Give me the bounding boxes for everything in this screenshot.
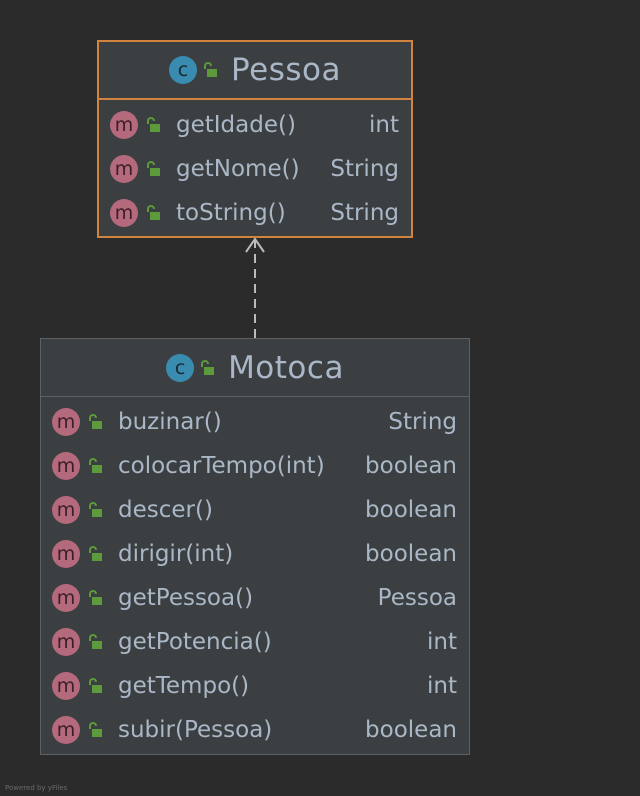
method-return-type: boolean [365, 541, 457, 567]
method-name: getNome() [176, 156, 300, 182]
method-return-type: String [388, 409, 457, 435]
method-name: getPotencia() [118, 629, 272, 655]
method-row[interactable]: m getPotencia() int [41, 620, 469, 664]
public-lock-icon [89, 590, 102, 605]
public-lock-icon [204, 62, 218, 77]
method-return-type: int [427, 673, 457, 699]
arrow-head-icon [245, 237, 265, 253]
class-header: c Pessoa [99, 42, 411, 100]
class-c-icon: c [166, 353, 195, 382]
class-box-motoca[interactable]: c Motoca m buzinar() String m colocarTem… [40, 338, 470, 755]
method-row[interactable]: m toString() String [99, 191, 411, 235]
method-m-icon: m [52, 452, 80, 480]
method-row[interactable]: m getPessoa() Pessoa [41, 576, 469, 620]
method-row[interactable]: m colocarTempo(int) boolean [41, 444, 469, 488]
method-m-icon: m [52, 496, 80, 524]
public-lock-icon [89, 502, 102, 517]
method-return-type: Pessoa [377, 585, 457, 611]
method-row[interactable]: m descer() boolean [41, 488, 469, 532]
method-name: descer() [118, 497, 213, 523]
class-box-pessoa[interactable]: c Pessoa m getIdade() int m getNome() St… [97, 40, 413, 238]
method-name: getIdade() [176, 112, 296, 138]
method-row[interactable]: m getNome() String [99, 147, 411, 191]
public-lock-icon [201, 359, 215, 375]
method-return-type: int [369, 112, 399, 138]
public-lock-icon [89, 678, 102, 693]
method-name: colocarTempo(int) [118, 453, 325, 479]
method-row[interactable]: m getTempo() int [41, 664, 469, 708]
method-m-icon: m [52, 628, 80, 656]
public-lock-icon [89, 634, 102, 649]
method-name: toString() [176, 200, 286, 226]
method-row[interactable]: m buzinar() String [41, 400, 469, 444]
method-row[interactable]: m subir(Pessoa) boolean [41, 708, 469, 752]
method-row[interactable]: m getIdade() int [99, 103, 411, 147]
class-header: c Motoca [41, 339, 469, 397]
method-list: m getIdade() int m getNome() String m to… [99, 100, 411, 235]
method-m-icon: m [52, 540, 80, 568]
method-m-icon: m [52, 716, 80, 744]
method-m-icon: m [52, 408, 80, 436]
method-return-type: boolean [365, 497, 457, 523]
class-c-icon: c [169, 56, 198, 84]
public-lock-icon [89, 414, 102, 429]
method-return-type: int [427, 629, 457, 655]
method-list: m buzinar() String m colocarTempo(int) b… [41, 397, 469, 752]
method-return-type: String [330, 156, 399, 182]
public-lock-icon [147, 205, 160, 220]
method-return-type: String [330, 200, 399, 226]
public-lock-icon [89, 458, 102, 473]
method-m-icon: m [110, 199, 138, 227]
public-lock-icon [147, 161, 160, 176]
method-m-icon: m [52, 672, 80, 700]
method-name: getTempo() [118, 673, 250, 699]
class-title: Motoca [228, 349, 344, 386]
method-name: buzinar() [118, 409, 222, 435]
method-return-type: boolean [365, 453, 457, 479]
method-return-type: boolean [365, 717, 457, 743]
method-name: subir(Pessoa) [118, 717, 273, 743]
method-m-icon: m [52, 584, 80, 612]
public-lock-icon [89, 722, 102, 737]
diagram-canvas: c Pessoa m getIdade() int m getNome() St… [0, 0, 640, 796]
method-m-icon: m [110, 111, 138, 139]
method-m-icon: m [110, 155, 138, 183]
public-lock-icon [147, 117, 160, 132]
public-lock-icon [89, 546, 102, 561]
powered-by-label: Powered by yFiles [5, 784, 68, 792]
class-title: Pessoa [231, 52, 341, 88]
method-name: dirigir(int) [118, 541, 234, 567]
method-row[interactable]: m dirigir(int) boolean [41, 532, 469, 576]
method-name: getPessoa() [118, 585, 254, 611]
